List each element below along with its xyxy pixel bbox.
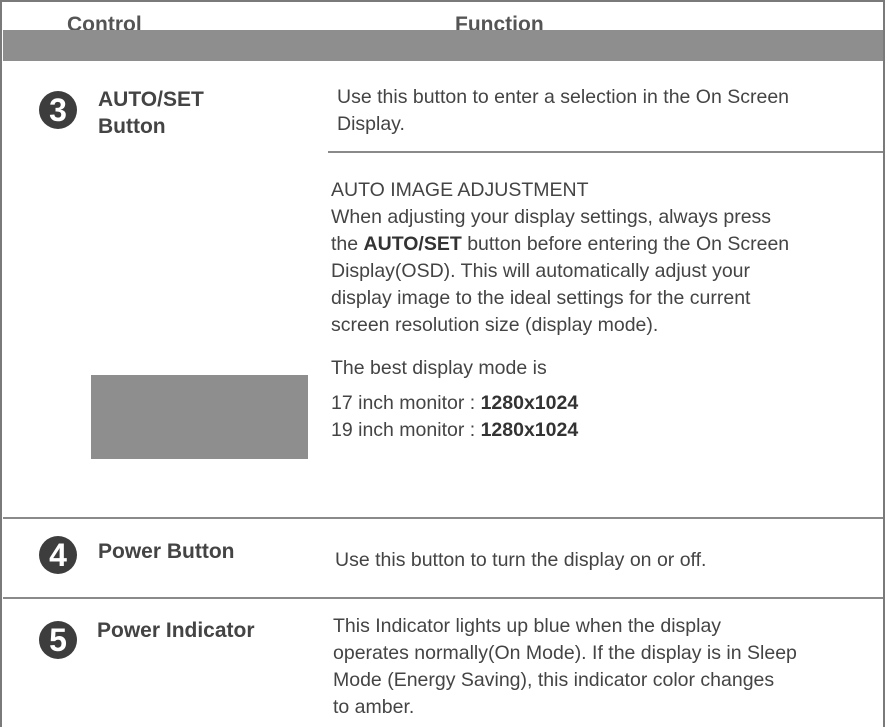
sub-line: display image to the ideal settings for … [331,287,751,309]
indicator-line: This Indicator lights up blue when the d… [333,615,722,637]
auto-set-function-line2: Display. [337,113,405,135]
divider-sub [328,151,883,153]
number-3-icon: 3 [39,91,77,129]
sub-line: screen resolution size (display mode). [331,314,659,336]
indicator-line: to amber. [333,696,415,718]
divider-row-4 [3,597,883,599]
header-function: Function [455,13,544,30]
header-control: Control [67,13,142,30]
number-4-icon: 4 [39,536,77,574]
divider-row-3 [3,517,883,519]
power-indicator-function: This Indicator lights up blue when the d… [333,613,797,721]
auto-image-heading: AUTO IMAGE ADJUSTMENT [331,179,589,201]
indicator-line: Mode (Energy Saving), this indicator col… [333,669,775,691]
power-button-function: Use this button to turn the display on o… [335,549,707,571]
number-5-icon: 5 [39,621,77,659]
image-placeholder [91,375,308,459]
auto-set-function: Use this button to enter a selection in … [337,84,789,138]
sub-line: Display(OSD). This will automatically ad… [331,260,751,282]
auto-set-label: AUTO/SET Button [98,86,204,140]
auto-image-adjustment: AUTO IMAGE ADJUSTMENT When adjusting you… [331,177,789,339]
best-modes: 17 inch monitor : 1280x1024 19 inch moni… [331,390,578,444]
mode-17: 17 inch monitor : 1280x1024 [331,392,579,414]
indicator-line: operates normally(On Mode). If the displ… [333,642,797,664]
power-indicator-label: Power Indicator [97,619,255,642]
auto-set-label-line2: Button [98,115,166,138]
sub-line: When adjusting your display settings, al… [331,206,772,228]
sub-line: the AUTO/SET button before entering the … [331,233,790,255]
power-button-label: Power Button [98,540,235,563]
header-bar [3,30,883,61]
auto-set-label-line1: AUTO/SET [98,88,204,111]
best-mode-label: The best display mode is [331,357,547,379]
mode-19: 19 inch monitor : 1280x1024 [331,419,579,441]
auto-set-function-line1: Use this button to enter a selection in … [337,86,790,108]
